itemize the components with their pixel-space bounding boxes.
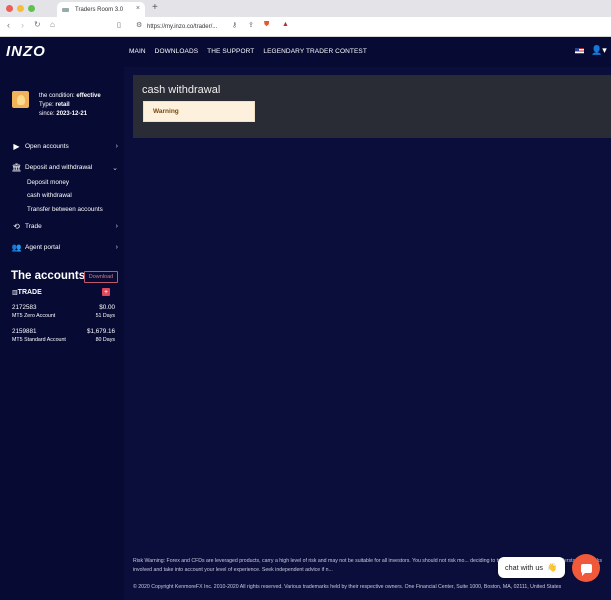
- menu-downloads[interactable]: DOWNLOADS: [155, 48, 199, 55]
- chevron-right-icon: ›: [115, 143, 118, 150]
- sidebar-subitem-deposit[interactable]: Deposit money: [27, 179, 69, 186]
- home-icon[interactable]: ⌂: [50, 20, 55, 29]
- condition-label: the condition:: [39, 93, 75, 99]
- sidebar-item-agent-portal[interactable]: 👥 Agent portal ›: [12, 243, 118, 252]
- chevron-right-icon: ›: [115, 223, 118, 230]
- browser-tab[interactable]: Traders Room 3.0 ×: [57, 2, 145, 17]
- sidebar: the condition: effective Type: retail si…: [0, 67, 124, 600]
- since-label: since:: [39, 111, 55, 117]
- key-icon[interactable]: ⚷: [232, 21, 237, 29]
- page-title: cash withdrawal: [142, 84, 221, 96]
- users-icon: 👥: [11, 243, 22, 252]
- account-item[interactable]: 2159881 $1,679.16 MT5 Standard Account 80 …: [12, 327, 115, 345]
- play-circle-icon: ▶: [13, 142, 20, 151]
- avatar: [12, 91, 29, 108]
- browser-toolbar: ‹ › ↻ ⌂ ▯ ⚙ https://my.inzo.co/trader/..…: [0, 17, 611, 37]
- main-content: cash withdrawal Warning Risk Warning: Fo…: [124, 67, 611, 600]
- close-window-dot[interactable]: [6, 5, 13, 12]
- chevron-right-icon: ›: [115, 244, 118, 251]
- add-account-button[interactable]: +: [102, 288, 110, 296]
- forward-arrow-icon[interactable]: ›: [21, 20, 24, 30]
- account-number: 2159881: [12, 328, 37, 335]
- trade-group-label: ▥TRADE: [12, 289, 42, 296]
- share-icon[interactable]: ⇪: [248, 21, 254, 29]
- sidebar-subitem-cash-withdrawal[interactable]: cash withdrawal: [27, 192, 72, 199]
- main-menu: MAIN DOWNLOADS THE SUPPORT LEGENDARY TRA…: [129, 48, 367, 55]
- profile-info: the condition: effective Type: retail si…: [39, 92, 101, 119]
- favicon-icon: [62, 7, 69, 12]
- account-age: 51 Days: [95, 313, 115, 319]
- type-value: retail: [55, 102, 70, 108]
- sidebar-item-deposit-withdrawal[interactable]: 🏛 Deposit and withdrawal ⌄: [11, 163, 118, 172]
- chevron-down-icon: ⌄: [112, 164, 118, 172]
- account-number: 2172583: [12, 304, 37, 311]
- since-value: 2023-12-21: [56, 111, 88, 117]
- tab-close-icon[interactable]: ×: [136, 5, 140, 12]
- reload-icon[interactable]: ↻: [34, 20, 41, 29]
- history-icon: ⟲: [13, 222, 20, 231]
- chat-with-us-bubble[interactable]: chat with us 👋: [498, 557, 565, 578]
- condition-value: effective: [76, 93, 101, 99]
- chat-bubble-icon: [580, 563, 592, 576]
- chat-launcher-button[interactable]: [572, 554, 600, 582]
- account-balance: $1,679.16: [86, 328, 115, 335]
- account-type: MT5 Standard Account: [12, 337, 66, 343]
- tab-title: Traders Room 3.0: [75, 6, 124, 13]
- chat-label: chat with us: [505, 563, 543, 572]
- accounts-title: The accounts: [11, 270, 86, 282]
- menu-main[interactable]: MAIN: [129, 48, 146, 55]
- sidebar-item-label: Deposit and withdrawal: [25, 164, 93, 171]
- us-flag-icon[interactable]: [575, 48, 584, 54]
- minimize-window-dot[interactable]: [17, 5, 24, 12]
- menu-trader-contest[interactable]: LEGENDARY TRADER CONTEST: [263, 48, 367, 55]
- account-type: MT5 Zero Account: [12, 313, 56, 319]
- copyright-text: © 2020 Copyright KenmoreFX Inc. 2010-202…: [133, 584, 562, 590]
- bank-icon: 🏛: [11, 163, 22, 172]
- rewards-triangle-icon[interactable]: ▲: [282, 21, 289, 28]
- download-button[interactable]: Download: [84, 271, 118, 283]
- browser-tab-strip: Traders Room 3.0 × +: [0, 0, 611, 17]
- top-navigation: INZO MAIN DOWNLOADS THE SUPPORT LEGENDAR…: [0, 37, 611, 67]
- brave-shield-icon[interactable]: ⛊: [264, 21, 269, 29]
- account-age: 80 Days: [95, 337, 115, 343]
- sidebar-item-label: Open accounts: [25, 143, 69, 150]
- account-balance: $0.00: [99, 304, 115, 311]
- url-text: https://my.inzo.co/trader/...: [147, 24, 218, 30]
- sidebar-item-open-accounts[interactable]: ▶ Open accounts ›: [12, 142, 118, 151]
- inzo-logo[interactable]: INZO: [6, 43, 46, 60]
- sidebar-item-label: Agent portal: [25, 244, 61, 251]
- sidebar-item-label: Trade: [25, 223, 42, 230]
- wave-hand-icon: 👋: [546, 563, 557, 572]
- sidebar-item-trade[interactable]: ⟲ Trade ›: [12, 222, 118, 231]
- maximize-window-dot[interactable]: [28, 5, 35, 12]
- warning-alert: Warning: [143, 101, 255, 122]
- type-label: Type:: [39, 102, 54, 108]
- menu-support[interactable]: THE SUPPORT: [207, 48, 254, 55]
- lightbulb-icon: [16, 94, 25, 105]
- sidebar-subitem-transfer[interactable]: Transfer between accounts: [27, 206, 103, 213]
- withdrawal-panel: cash withdrawal Warning: [133, 75, 611, 138]
- account-item[interactable]: 2172583 $0.00 MT5 Zero Account 51 Days: [12, 303, 115, 321]
- back-arrow-icon[interactable]: ‹: [7, 20, 10, 30]
- bookmark-icon[interactable]: ▯: [117, 21, 121, 29]
- new-tab-button[interactable]: +: [152, 2, 158, 13]
- user-menu-icon[interactable]: 👤▾: [591, 45, 607, 56]
